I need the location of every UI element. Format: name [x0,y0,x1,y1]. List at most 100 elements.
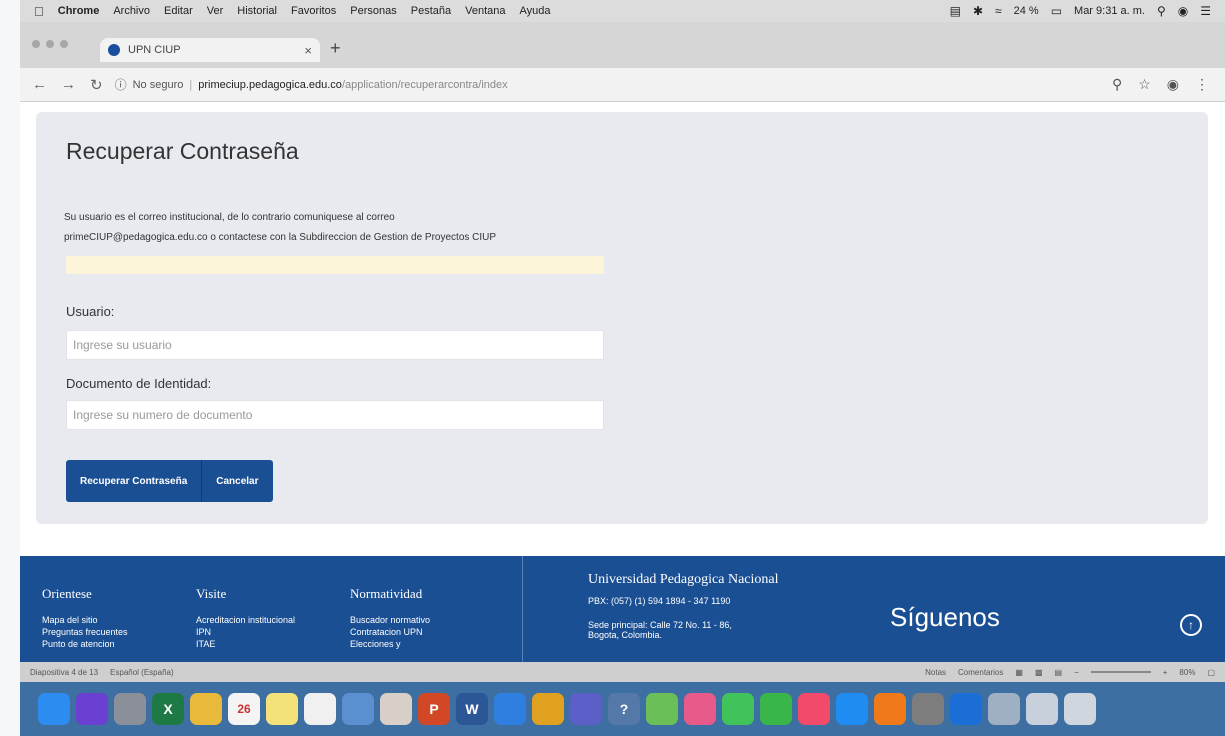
menu-ventana[interactable]: Ventana [465,5,505,17]
battery-icon[interactable]: ▭ [1051,4,1062,18]
clock[interactable]: Mar 9:31 a. m. [1074,5,1145,17]
bookmark-star-icon[interactable]: ☆ [1138,76,1151,93]
teams-icon[interactable] [570,693,602,725]
close-tab-icon[interactable]: × [304,43,312,58]
reload-icon[interactable]: ↻ [90,76,103,94]
back-icon[interactable]: ← [32,76,47,94]
new-tab-icon[interactable]: + [330,38,341,59]
menu-chrome[interactable]: Chrome [58,5,100,17]
profile-icon[interactable]: ◉ [1167,76,1179,93]
preview-icon[interactable] [342,693,374,725]
footer-link[interactable]: Contratacion UPN [350,626,430,638]
info-line-1: Su usuario es el correo institucional, d… [64,212,395,223]
menu-pestana[interactable]: Pestaña [411,5,451,17]
footer-link[interactable]: Mapa del sitio [42,614,128,626]
wifi-icon[interactable]: ≈ [995,4,1002,18]
zoom-in-icon[interactable]: + [1163,668,1168,677]
more-menu-icon[interactable]: ⋮ [1195,76,1209,93]
calendar-icon[interactable]: 26 [228,693,260,725]
toolbar-actions: ⚲ ☆ ◉ ⋮ [1112,76,1225,93]
siri-menubar-icon[interactable]: ◉ [1178,4,1188,18]
recover-password-card: Recuperar Contraseña Su usuario es el co… [36,112,1208,524]
nav-buttons: ← → ↻ [32,76,103,94]
menu-historial[interactable]: Historial [237,5,277,17]
comments-button[interactable]: Comentarios [958,668,1003,677]
photos-icon[interactable] [380,693,412,725]
document-label: Documento de Identidad: [66,376,212,391]
battery-percent: 24 % [1013,5,1039,17]
forward-icon[interactable]: → [61,76,76,94]
stickies-icon[interactable] [266,693,298,725]
alert-placeholder [66,256,604,274]
cancel-button[interactable]: Cancelar [202,460,273,502]
settings-icon[interactable] [912,693,944,725]
excel-icon[interactable]: X [152,693,184,725]
finder-icon[interactable] [38,693,70,725]
footer-link[interactable]: IPN [196,626,295,638]
menu-personas[interactable]: Personas [350,5,396,17]
launchpad-icon[interactable] [114,693,146,725]
menu-ver[interactable]: Ver [207,5,224,17]
help-icon[interactable]: ? [608,693,640,725]
zoom-level[interactable]: 80% [1179,668,1195,677]
control-list-icon[interactable]: ☰ [1200,4,1211,18]
spotlight-search-icon[interactable]: ⚲ [1157,4,1166,18]
zoom-window-button[interactable] [60,40,68,48]
scroll-up-icon[interactable]: ↑ [1180,614,1202,636]
footer-link[interactable]: Preguntas frecuentes [42,626,128,638]
normal-view-icon[interactable]: ▦ [1015,668,1023,677]
url-host: primeciup.pedagogica.edu.co [198,78,342,91]
safari-icon[interactable] [494,693,526,725]
facetime-icon[interactable] [760,693,792,725]
music-icon[interactable] [798,693,830,725]
appstore-icon[interactable] [836,693,868,725]
zoom-icon[interactable]: ⚲ [1112,76,1122,93]
apple-icon[interactable]:  [34,4,44,19]
zoom-out-icon[interactable]: − [1074,668,1079,677]
menu-ayuda[interactable]: Ayuda [519,5,550,17]
bluetooth-icon[interactable]: ✱ [973,4,983,18]
trash-icon[interactable] [1064,693,1096,725]
screen-share-icon[interactable]: ▤ [950,4,961,18]
footer-link[interactable]: Punto de atencion [42,638,128,650]
footer-link[interactable]: Elecciones y [350,638,430,650]
file-icon[interactable] [304,693,336,725]
university-info: Universidad Pedagogica Nacional PBX: (05… [588,572,779,640]
recover-password-button[interactable]: Recuperar Contraseña [66,460,203,502]
tab-upn-ciup[interactable]: UPN CIUP × [100,38,320,62]
downloads-icon[interactable] [1026,693,1058,725]
airdrop-icon[interactable] [988,693,1020,725]
window-controls [32,40,68,48]
language-indicator[interactable]: Español (España) [110,668,174,677]
footer-link[interactable]: ITAE [196,638,295,650]
footer-link[interactable]: Buscador normativo [350,614,430,626]
firefox-icon[interactable] [874,693,906,725]
fit-slide-icon[interactable]: ▢ [1207,668,1215,677]
user-input[interactable] [66,330,604,360]
chrome-icon[interactable] [532,693,564,725]
address-bar[interactable]: ⓘ No seguro | primeciup.pedagogica.edu.c… [115,76,508,93]
minimize-window-button[interactable] [46,40,54,48]
info-line-2: primeCIUP@pedagogica.edu.co o contactese… [64,232,497,243]
notes-app-icon[interactable] [190,693,222,725]
zoom-slider[interactable] [1090,671,1151,673]
onedrive-icon[interactable] [950,693,982,725]
notes-button[interactable]: Notas [925,668,946,677]
word-icon[interactable]: W [456,693,488,725]
info-icon[interactable]: ⓘ [115,76,127,93]
slide-sorter-icon[interactable]: ▩ [1035,668,1043,677]
menu-archivo[interactable]: Archivo [113,5,150,17]
footer-link[interactable]: Acreditacion institucional [196,614,295,626]
photos-color-icon[interactable] [684,693,716,725]
messages-icon[interactable] [722,693,754,725]
menu-favoritos[interactable]: Favoritos [291,5,336,17]
tab-strip: UPN CIUP × + [20,22,1225,68]
close-window-button[interactable] [32,40,40,48]
document-input[interactable] [66,400,604,430]
siri-icon[interactable] [76,693,108,725]
maps-icon[interactable] [646,693,678,725]
page-title: Recuperar Contraseña [66,138,299,164]
menu-editar[interactable]: Editar [164,5,193,17]
powerpoint-icon[interactable]: P [418,693,450,725]
reading-view-icon[interactable]: ▤ [1055,668,1063,677]
